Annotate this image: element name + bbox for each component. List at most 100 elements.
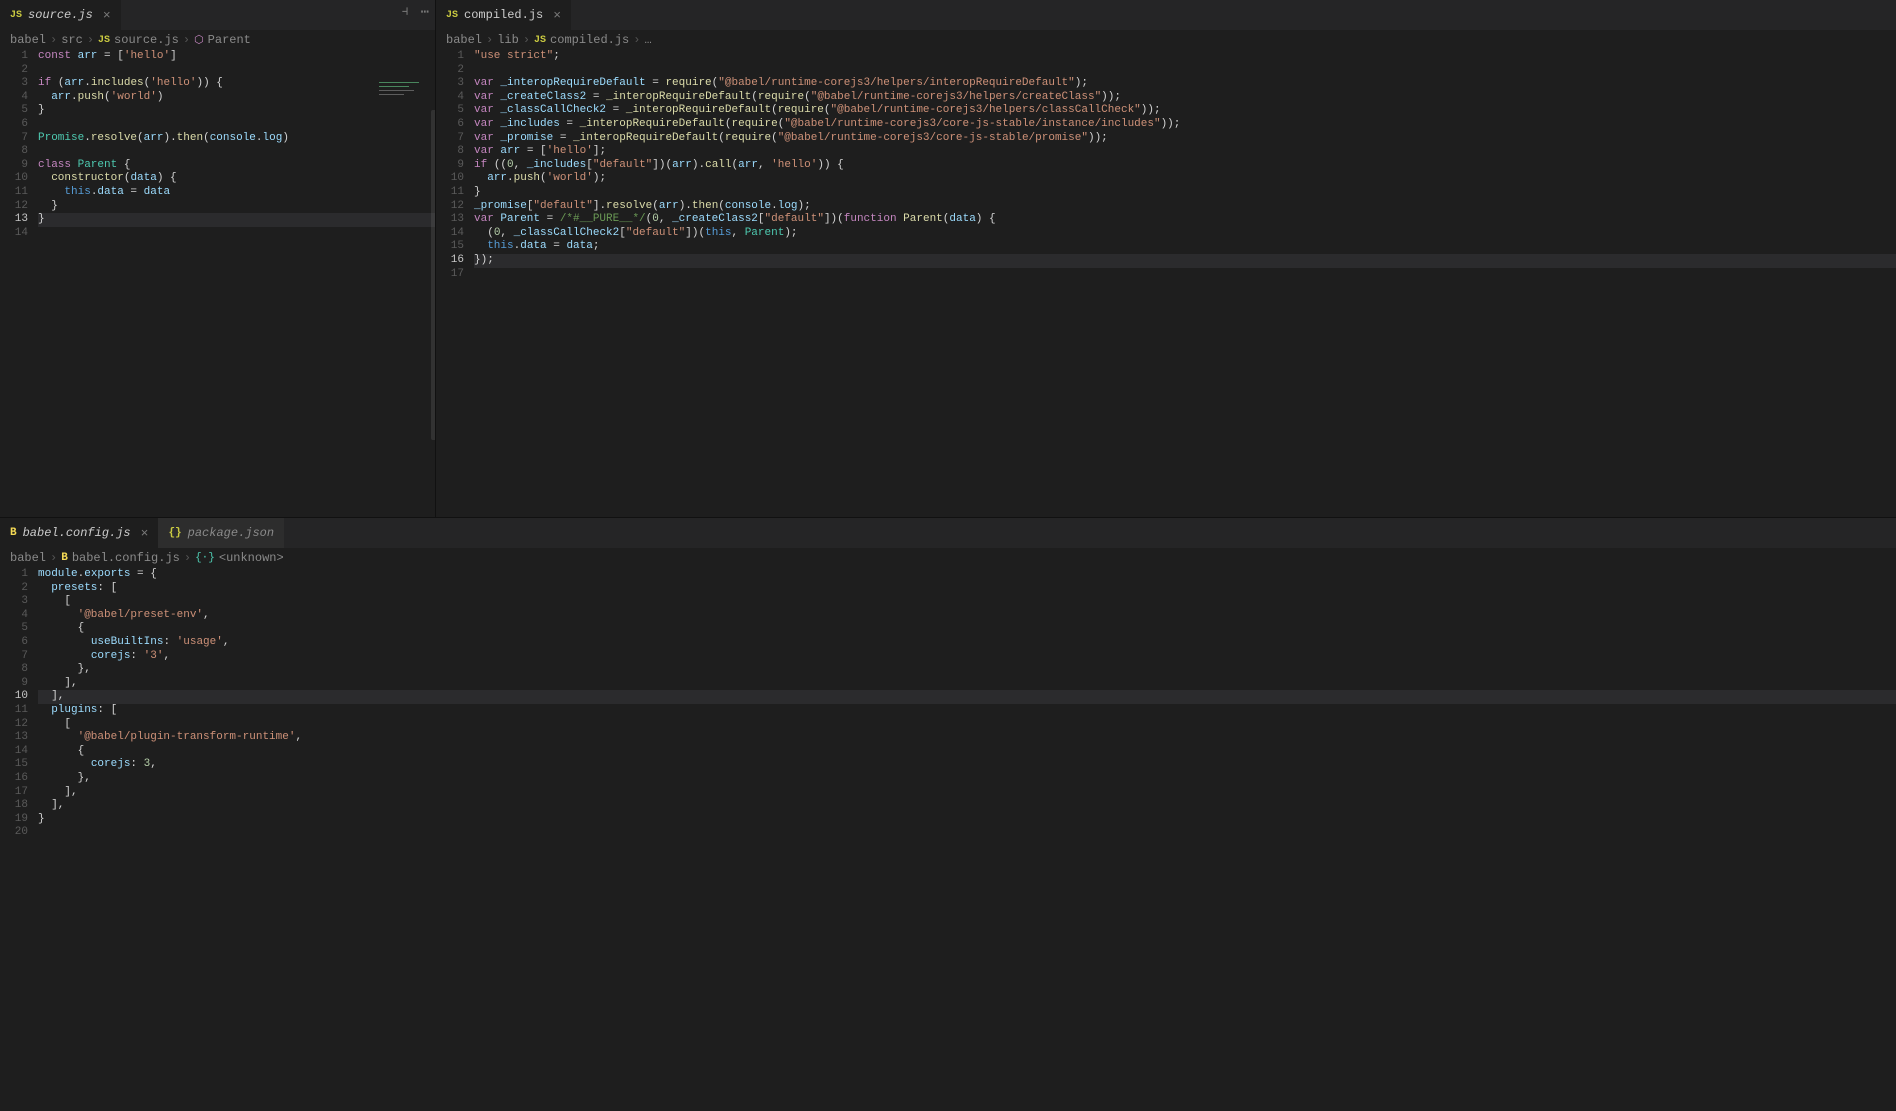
code-line[interactable]: [: [38, 718, 1896, 732]
crumb[interactable]: babel: [10, 33, 46, 47]
code-line[interactable]: [38, 64, 435, 78]
code-line[interactable]: '@babel/plugin-transform-runtime',: [38, 731, 1896, 745]
code-line[interactable]: }: [38, 104, 435, 118]
code-area-compiled[interactable]: 1234567891011121314151617 "use strict"; …: [436, 50, 1896, 517]
crumb[interactable]: src: [61, 33, 83, 47]
code-line[interactable]: class Parent {: [38, 159, 435, 173]
code-line[interactable]: var _promise = _interopRequireDefault(re…: [474, 132, 1896, 146]
tabs-compiled: JS compiled.js ×: [436, 0, 1896, 30]
code-line[interactable]: [38, 145, 435, 159]
close-icon[interactable]: ×: [549, 8, 561, 23]
tab-label: package.json: [188, 526, 274, 540]
babel-icon: B: [10, 527, 17, 539]
crumb[interactable]: Parent: [208, 33, 251, 47]
code-line[interactable]: var arr = ['hello'];: [474, 145, 1896, 159]
code-line[interactable]: [38, 118, 435, 132]
code-lines[interactable]: "use strict"; var _interopRequireDefault…: [474, 50, 1896, 517]
line-number: 14: [0, 745, 28, 759]
line-number: 5: [436, 104, 464, 118]
code-line[interactable]: presets: [: [38, 582, 1896, 596]
code-line[interactable]: {: [38, 622, 1896, 636]
code-line[interactable]: module.exports = {: [38, 568, 1896, 582]
breadcrumb-config[interactable]: babel› Bbabel.config.js› {·}<unknown>: [0, 548, 1896, 568]
breadcrumb-source[interactable]: babel› src› JSsource.js› ⬡Parent: [0, 30, 435, 50]
code-line[interactable]: {: [38, 745, 1896, 759]
code-line[interactable]: corejs: '3',: [38, 650, 1896, 664]
code-line[interactable]: [38, 227, 435, 241]
code-line[interactable]: if ((0, _includes["default"])(arr).call(…: [474, 159, 1896, 173]
code-line[interactable]: }: [38, 200, 435, 214]
code-line[interactable]: if (arr.includes('hello')) {: [38, 77, 435, 91]
line-number: 8: [436, 145, 464, 159]
breadcrumb-compiled[interactable]: babel› lib› JScompiled.js› …: [436, 30, 1896, 50]
crumb[interactable]: babel: [10, 551, 46, 565]
tab-label: babel.config.js: [23, 526, 131, 540]
code-line[interactable]: this.data = data;: [474, 240, 1896, 254]
split-right-icon[interactable]: ⫞: [402, 4, 409, 21]
code-line[interactable]: Promise.resolve(arr).then(console.log): [38, 132, 435, 146]
code-line[interactable]: arr.push('world');: [474, 172, 1896, 186]
code-lines[interactable]: module.exports = { presets: [ [ '@babel/…: [38, 568, 1896, 1111]
code-line[interactable]: "use strict";: [474, 50, 1896, 64]
crumb[interactable]: source.js: [114, 33, 179, 47]
tab-package-json[interactable]: {} package.json: [158, 518, 284, 548]
crumb[interactable]: <unknown>: [219, 551, 284, 565]
more-icon[interactable]: ⋯: [421, 4, 429, 21]
line-number: 11: [436, 186, 464, 200]
line-number: 10: [436, 172, 464, 186]
code-line[interactable]: ],: [38, 799, 1896, 813]
line-number: 4: [0, 609, 28, 623]
code-line[interactable]: plugins: [: [38, 704, 1896, 718]
code-line[interactable]: });: [474, 254, 1896, 268]
code-line[interactable]: var _classCallCheck2 = _interopRequireDe…: [474, 104, 1896, 118]
gutter: 1234567891011121314: [0, 50, 38, 517]
code-line[interactable]: useBuiltIns: 'usage',: [38, 636, 1896, 650]
code-line[interactable]: [: [38, 595, 1896, 609]
code-line[interactable]: }: [474, 186, 1896, 200]
code-line[interactable]: ],: [38, 677, 1896, 691]
code-line[interactable]: arr.push('world'): [38, 91, 435, 105]
close-icon[interactable]: ×: [137, 526, 149, 541]
code-line[interactable]: corejs: 3,: [38, 758, 1896, 772]
line-number: 12: [0, 200, 28, 214]
code-line[interactable]: '@babel/preset-env',: [38, 609, 1896, 623]
code-line[interactable]: [38, 826, 1896, 840]
crumb[interactable]: …: [644, 33, 651, 47]
minimap[interactable]: [379, 82, 429, 162]
scrollbar-thumb[interactable]: [431, 110, 435, 440]
code-line[interactable]: this.data = data: [38, 186, 435, 200]
code-line[interactable]: constructor(data) {: [38, 172, 435, 186]
crumb[interactable]: compiled.js: [550, 33, 629, 47]
crumb[interactable]: lib: [497, 33, 519, 47]
code-area-config[interactable]: 1234567891011121314151617181920 module.e…: [0, 568, 1896, 1111]
line-number: 16: [0, 772, 28, 786]
tab-compiled-js[interactable]: JS compiled.js ×: [436, 0, 571, 30]
tab-babel-config[interactable]: B babel.config.js ×: [0, 518, 158, 548]
line-number: 8: [0, 663, 28, 677]
code-line[interactable]: ],: [38, 690, 1896, 704]
code-line[interactable]: [474, 64, 1896, 78]
code-line[interactable]: },: [38, 663, 1896, 677]
code-line[interactable]: _promise["default"].resolve(arr).then(co…: [474, 200, 1896, 214]
crumb[interactable]: babel: [446, 33, 482, 47]
code-line[interactable]: var Parent = /*#__PURE__*/(0, _createCla…: [474, 213, 1896, 227]
tab-source-js[interactable]: JS source.js ×: [0, 0, 121, 30]
code-area-source[interactable]: 1234567891011121314 const arr = ['hello'…: [0, 50, 435, 517]
code-line[interactable]: }: [38, 813, 1896, 827]
crumb[interactable]: babel.config.js: [72, 551, 180, 565]
code-line[interactable]: ],: [38, 786, 1896, 800]
close-icon[interactable]: ×: [99, 8, 111, 23]
code-line[interactable]: const arr = ['hello']: [38, 50, 435, 64]
gutter: 1234567891011121314151617181920: [0, 568, 38, 1111]
code-line[interactable]: }: [38, 213, 435, 227]
line-number: 1: [0, 568, 28, 582]
code-line[interactable]: var _createClass2 = _interopRequireDefau…: [474, 91, 1896, 105]
code-line[interactable]: (0, _classCallCheck2["default"])(this, P…: [474, 227, 1896, 241]
code-line[interactable]: var _includes = _interopRequireDefault(r…: [474, 118, 1896, 132]
code-line[interactable]: [474, 268, 1896, 282]
code-line[interactable]: },: [38, 772, 1896, 786]
line-number: 3: [436, 77, 464, 91]
code-line[interactable]: var _interopRequireDefault = require("@b…: [474, 77, 1896, 91]
line-number: 10: [0, 172, 28, 186]
code-lines[interactable]: const arr = ['hello'] if (arr.includes('…: [38, 50, 435, 517]
